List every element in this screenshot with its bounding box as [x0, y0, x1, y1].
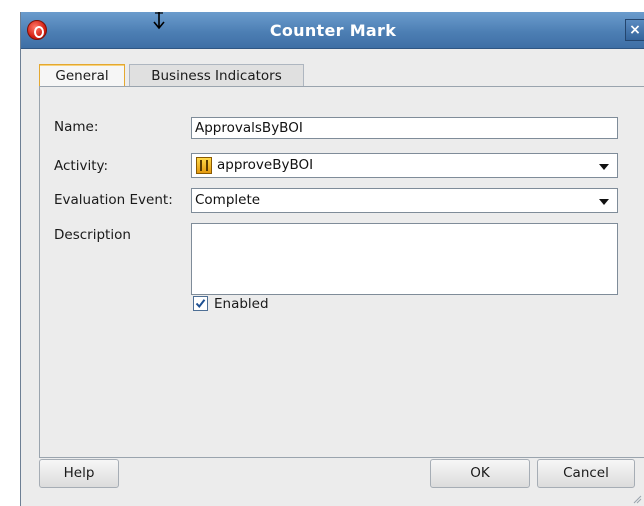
activity-label: Activity: [54, 158, 109, 174]
checkmark-icon [195, 299, 206, 309]
enabled-label: Enabled [214, 296, 269, 312]
activity-icon [196, 157, 212, 174]
activity-select[interactable]: approveByBOI [191, 153, 618, 178]
ok-button[interactable]: OK [430, 459, 530, 488]
evaluation-event-select[interactable]: Complete [191, 188, 618, 213]
name-input[interactable]: ApprovalsByBOI [191, 117, 618, 139]
help-button[interactable]: Help [39, 459, 119, 488]
evaluation-event-value: Complete [195, 192, 261, 208]
activity-value: approveByBOI [217, 157, 314, 173]
tab-general[interactable]: General [39, 64, 125, 87]
title-bar[interactable]: Counter Mark × [21, 12, 644, 49]
description-textarea[interactable] [191, 223, 618, 295]
enabled-checkbox[interactable] [193, 296, 208, 311]
mouse-cursor-icon [153, 12, 165, 30]
chevron-down-icon[interactable] [599, 199, 609, 205]
window-title: Counter Mark [269, 21, 397, 40]
description-label: Description [54, 227, 131, 243]
tab-business-indicators[interactable]: Business Indicators [129, 64, 304, 87]
general-tab-panel: Name: ApprovalsByBOI Activity: approveBy… [39, 86, 644, 458]
close-button[interactable]: × [625, 19, 644, 41]
name-label: Name: [54, 119, 99, 135]
evaluation-event-label: Evaluation Event: [54, 192, 173, 208]
chevron-down-icon[interactable] [599, 164, 609, 170]
cancel-button[interactable]: Cancel [537, 459, 635, 488]
resize-grip-icon[interactable] [632, 494, 642, 504]
counter-mark-dialog: Counter Mark × General Business Indicato… [20, 12, 644, 506]
